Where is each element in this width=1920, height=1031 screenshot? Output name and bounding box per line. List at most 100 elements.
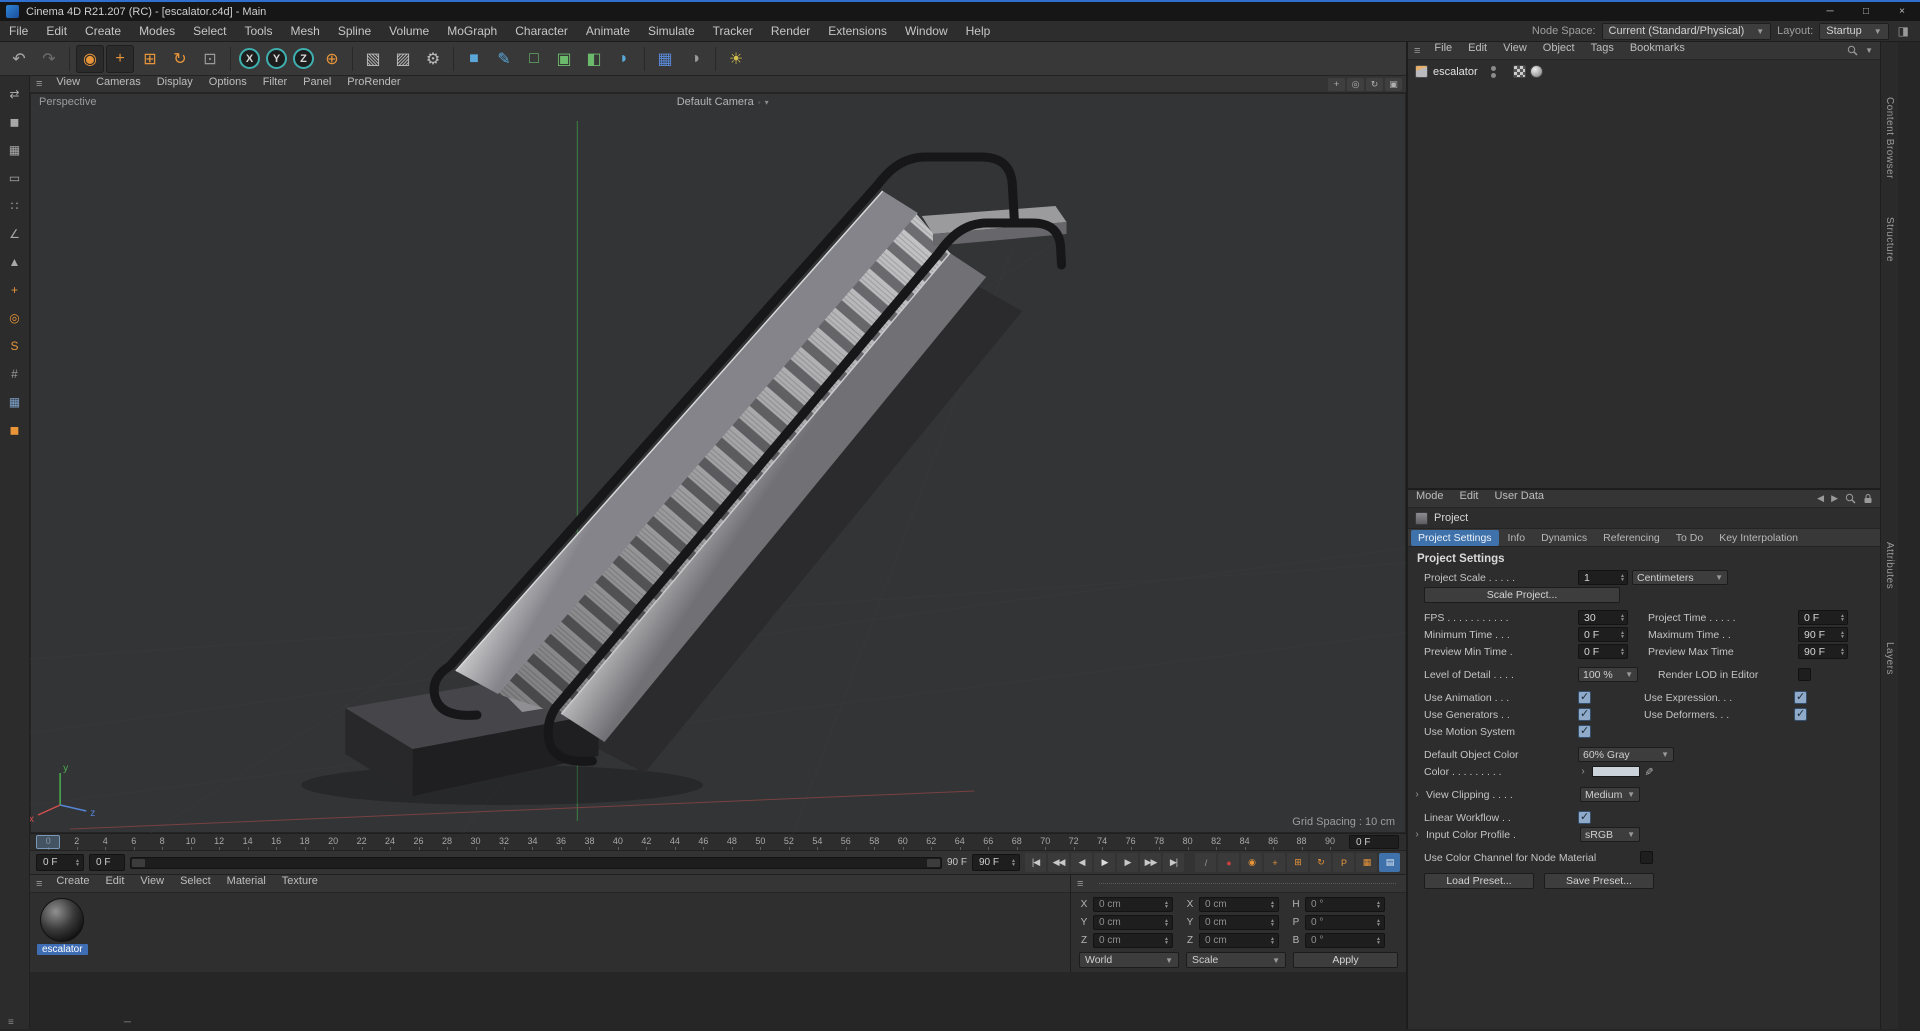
- size-field[interactable]: 0 cm ▲ ▼: [1199, 897, 1279, 912]
- maximize-button[interactable]: □: [1848, 2, 1884, 21]
- attribute-tab[interactable]: Info: [1501, 530, 1533, 546]
- viewport-solo-button[interactable]: ◎: [4, 308, 26, 328]
- add-cube-button[interactable]: ■: [460, 45, 488, 73]
- timeline-tick[interactable]: 66: [974, 834, 1002, 850]
- texture-mode-button[interactable]: ▦: [4, 140, 26, 160]
- timeline-ruler[interactable]: 0 2 4 6 8 10 12 14 16 18 20 22 24 26 28 30 32 34 36 38 40 42 4…: [30, 833, 1406, 850]
- floor-button[interactable]: ▦: [651, 45, 679, 73]
- layout-dropdown[interactable]: Startup ▼: [1819, 22, 1889, 40]
- stepper-icon[interactable]: ▲ ▼: [1161, 936, 1169, 945]
- range-handle-right[interactable]: [926, 858, 940, 867]
- timeline-tick[interactable]: 32: [490, 834, 518, 850]
- object-tree[interactable]: escalator: [1408, 60, 1880, 488]
- object-manager-menu-item[interactable]: Object: [1535, 42, 1583, 59]
- timeline-tick[interactable]: 36: [547, 834, 575, 850]
- timeline-tick[interactable]: 50: [746, 834, 774, 850]
- range-start-field[interactable]: 0 F: [89, 854, 125, 871]
- rotate-view-icon[interactable]: ↻: [1366, 77, 1383, 91]
- menu-item[interactable]: Extensions: [819, 21, 896, 41]
- attribute-menu-item[interactable]: User Data: [1487, 490, 1553, 507]
- render-to-picture-viewer-button[interactable]: ▨: [389, 45, 417, 73]
- texture-tag-icon[interactable]: [1512, 65, 1526, 78]
- timeline-tick[interactable]: 64: [946, 834, 974, 850]
- next-key-button[interactable]: ▶▶: [1140, 853, 1161, 872]
- material-menu-item[interactable]: Texture: [274, 875, 326, 892]
- record-parameter-toggle[interactable]: P: [1333, 853, 1354, 872]
- keyframe-selection-button[interactable]: /: [1195, 853, 1216, 872]
- timeline-tick[interactable]: 2: [62, 834, 90, 850]
- level-of-detail-dropdown[interactable]: 100 % ▼: [1578, 667, 1638, 682]
- autokeying-button[interactable]: ◉: [1241, 853, 1262, 872]
- stepper-icon[interactable]: ▲ ▼: [1161, 918, 1169, 927]
- stepper-icon[interactable]: ▲ ▼: [1008, 858, 1016, 867]
- camera-lock-icon[interactable]: ◦: [758, 98, 761, 107]
- sky-button[interactable]: ◑: [681, 45, 709, 73]
- stepper-icon[interactable]: ▲ ▼: [1161, 900, 1169, 909]
- timeline-tick[interactable]: 90: [1316, 834, 1344, 850]
- search-icon[interactable]: [1847, 45, 1858, 56]
- array-button[interactable]: ▣: [550, 45, 578, 73]
- max-frame-field[interactable]: 90 F ▲ ▼: [972, 854, 1020, 871]
- current-frame-display[interactable]: 0 F: [1349, 835, 1399, 849]
- timeline-tick[interactable]: 80: [1173, 834, 1201, 850]
- object-manager-menu-item[interactable]: Bookmarks: [1622, 42, 1693, 59]
- attribute-tab[interactable]: Key Interpolation: [1712, 530, 1805, 546]
- menu-item[interactable]: Edit: [37, 21, 76, 41]
- zoom-view-icon[interactable]: ◎: [1347, 77, 1364, 91]
- z-axis-lock[interactable]: Z: [293, 48, 314, 69]
- timeline-tick[interactable]: 20: [319, 834, 347, 850]
- expand-icon[interactable]: ›: [1412, 789, 1422, 800]
- timeline-tick[interactable]: 68: [1002, 834, 1030, 850]
- view-clipping-dropdown[interactable]: Medium ▼: [1580, 787, 1640, 802]
- viewport-menu-item[interactable]: Display: [149, 76, 201, 92]
- timeline-tick[interactable]: 54: [803, 834, 831, 850]
- object-name[interactable]: escalator: [1433, 66, 1478, 78]
- viewport-menu-item[interactable]: Filter: [255, 76, 295, 92]
- timeline-tick[interactable]: 40: [604, 834, 632, 850]
- search-icon[interactable]: [1845, 493, 1856, 504]
- position-field[interactable]: 0 cm ▲ ▼: [1093, 933, 1173, 948]
- render-view-button[interactable]: ▧: [359, 45, 387, 73]
- lock-icon[interactable]: [1863, 493, 1873, 504]
- timeline-tick[interactable]: 28: [433, 834, 461, 850]
- menu-item[interactable]: Mesh: [281, 21, 328, 41]
- menu-item[interactable]: Tracker: [704, 21, 762, 41]
- viewport-menu-item[interactable]: Panel: [295, 76, 339, 92]
- points-mode-button[interactable]: ∷: [4, 196, 26, 216]
- attribute-tab[interactable]: To Do: [1669, 530, 1710, 546]
- object-manager-menu-item[interactable]: File: [1426, 42, 1460, 59]
- bend-deformer-button[interactable]: ◗: [610, 45, 638, 73]
- timeline-tick[interactable]: 82: [1202, 834, 1230, 850]
- material-menu-item[interactable]: Select: [172, 875, 219, 892]
- material-menu-item[interactable]: Create: [48, 875, 97, 892]
- maximum-time-field[interactable]: 90 F ▲ ▼: [1798, 627, 1848, 642]
- current-frame-field[interactable]: 0 F ▲ ▼: [36, 854, 84, 871]
- stepper-icon[interactable]: ▲ ▼: [1267, 900, 1275, 909]
- stepper-icon[interactable]: ▲ ▼: [1837, 613, 1845, 622]
- viewport-menu-item[interactable]: Options: [201, 76, 255, 92]
- panel-menu-icon[interactable]: ≡: [30, 878, 48, 890]
- use-deformers-checkbox[interactable]: [1794, 707, 1807, 721]
- use-expression-checkbox[interactable]: [1794, 690, 1807, 704]
- uv-mode-button[interactable]: ▦: [4, 392, 26, 412]
- menu-item[interactable]: Render: [762, 21, 819, 41]
- history-forward-icon[interactable]: ▶: [1831, 493, 1838, 504]
- timeline-tick[interactable]: 74: [1088, 834, 1116, 850]
- menu-item[interactable]: MoGraph: [438, 21, 506, 41]
- viewport-menu-item[interactable]: Cameras: [88, 76, 149, 92]
- edges-mode-button[interactable]: ∠: [4, 224, 26, 244]
- stepper-icon[interactable]: ▲ ▼: [1267, 936, 1275, 945]
- record-rotation-toggle[interactable]: ↻: [1310, 853, 1331, 872]
- timeline-tick[interactable]: 72: [1059, 834, 1087, 850]
- record-scale-toggle[interactable]: ⊞: [1287, 853, 1308, 872]
- timeline-tick[interactable]: 86: [1259, 834, 1287, 850]
- use-generators-checkbox[interactable]: [1578, 707, 1591, 721]
- size-mode-dropdown[interactable]: Scale ▼: [1186, 952, 1286, 968]
- timeline-tick[interactable]: 60: [889, 834, 917, 850]
- filter-icon[interactable]: ▼: [1865, 46, 1873, 55]
- eyedropper-icon[interactable]: ✎: [1642, 767, 1655, 776]
- record-position-toggle[interactable]: +: [1264, 853, 1285, 872]
- viewport-menu-item[interactable]: ProRender: [339, 76, 408, 92]
- timeline-tick[interactable]: 62: [917, 834, 945, 850]
- make-editable-button[interactable]: ⇄: [4, 84, 26, 104]
